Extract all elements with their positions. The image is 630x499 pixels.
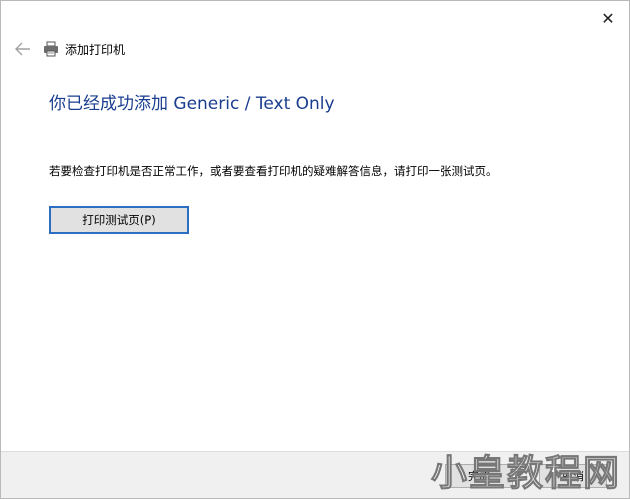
back-arrow-icon[interactable] [15, 41, 35, 57]
dialog-title: 添加打印机 [65, 42, 126, 57]
print-test-page-button[interactable]: 打印测试页(P) [49, 206, 189, 234]
test-page-description: 若要检查打印机是否正常工作，或者要查看打印机的疑难解答信息，请打印一张测试页。 [49, 164, 498, 178]
watermark-logo: 小皇教程网 [430, 453, 621, 495]
add-printer-dialog: ✕ 添加打印机 你已经成功添加 Generic / Text Only 若要检查… [0, 0, 630, 499]
dialog-header: 添加打印机 [15, 39, 125, 59]
close-button[interactable]: ✕ [597, 7, 619, 29]
close-icon: ✕ [601, 8, 615, 28]
printer-icon [43, 41, 59, 57]
success-heading: 你已经成功添加 Generic / Text Only [49, 94, 335, 114]
